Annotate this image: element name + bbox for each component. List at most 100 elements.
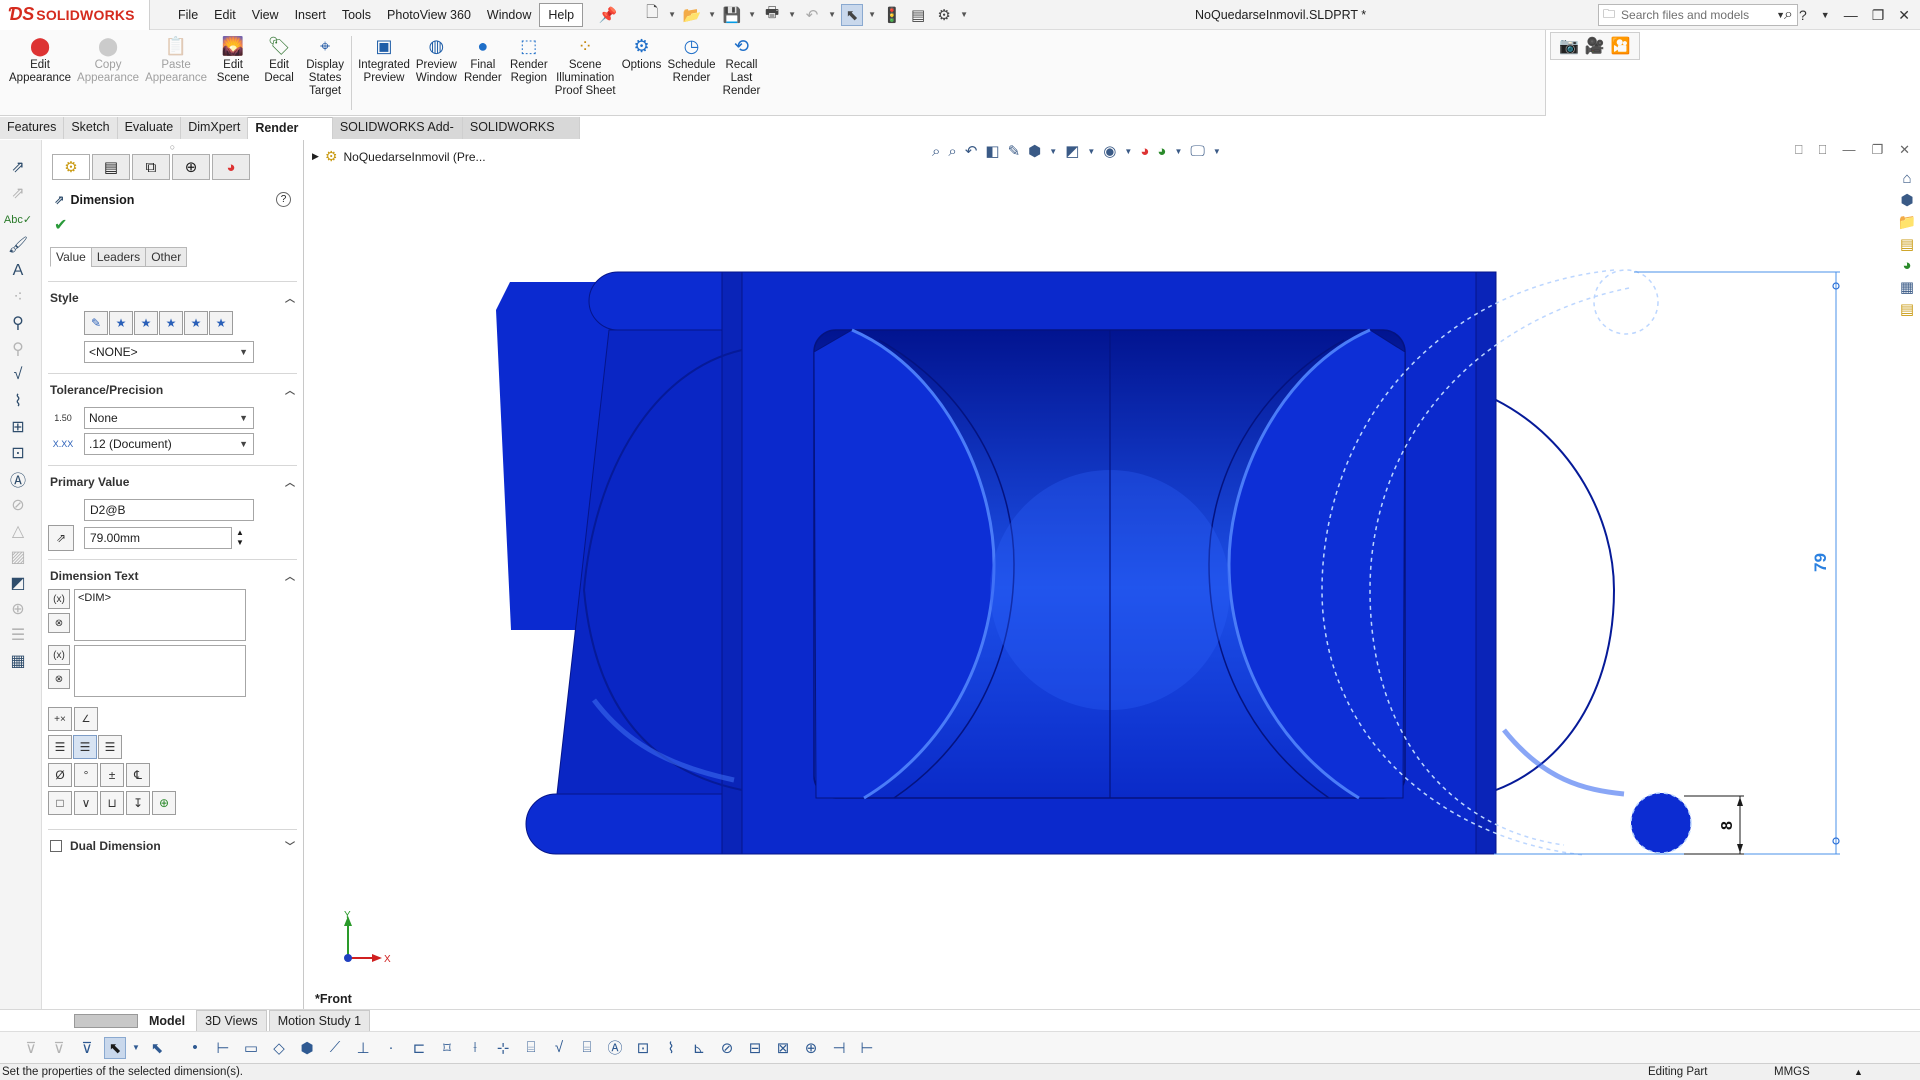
dimxpert-manager-tab-icon[interactable]: ⊕ [172,154,210,180]
camera-settings-icon[interactable]: 🎥 [1585,36,1605,56]
select-arrow-icon[interactable]: ⬉ [104,1036,126,1059]
dimension-text-group-header[interactable]: Dimension Text ︿ [48,560,297,589]
preview-window-button[interactable]: ◍ Preview Window [413,30,460,85]
schedule-render-button[interactable]: ◷ Schedule Render [665,30,719,85]
precision-select[interactable]: .12 (Document) ▼ [84,433,254,455]
chevron-down-icon[interactable]: ▼ [132,1037,140,1059]
dimension-text-below-field[interactable] [74,645,246,697]
unit-system-selector[interactable]: MMGS [1774,1064,1810,1080]
center-dimension-icon[interactable]: ⊗ [48,613,70,633]
dimension-8-label[interactable]: 8 [1719,821,1736,830]
print-icon[interactable]: 🖶 [761,4,783,26]
chevron-down-icon[interactable]: ▼ [959,4,969,26]
camera-icon[interactable]: 📷 [1559,36,1579,56]
datum-filter-icon[interactable]: ⊡ [632,1037,654,1059]
area-hatch-icon[interactable]: ▨ [2,544,34,570]
save-style-icon[interactable]: ★ [184,311,208,335]
dual-dimension-row[interactable]: Dual Dimension ﹀ [48,830,297,859]
configuration-manager-tab-icon[interactable]: ⧉ [132,154,170,180]
search-dropdown-icon[interactable]: ▼ [1776,10,1785,20]
angle-text-icon[interactable]: ∠ [74,707,98,731]
dimension-79-label[interactable]: 79 [1811,553,1830,572]
midpoint-icon[interactable]: ⌑ [436,1037,458,1059]
centerline-symbol-icon[interactable]: ℄ [126,763,150,787]
menu-view[interactable]: View [244,0,287,30]
edge-icon[interactable]: ⟋ [324,1037,346,1059]
blocks-icon[interactable]: △ [2,518,34,544]
dual-dimension-checkbox[interactable] [50,839,62,852]
integrated-preview-button[interactable]: ▣ Integrated Preview [355,30,413,85]
pin-icon[interactable]: 📌 [597,4,619,26]
tab-solidworks-addins[interactable]: SOLIDWORKS Add-Ins [332,117,463,155]
help-icon[interactable]: ? [1799,7,1807,23]
open-folder-icon[interactable]: 📂 [681,4,703,26]
table-icon[interactable]: ▦ [2,648,34,674]
ok-check-icon[interactable]: ✔ [54,215,303,235]
balloon-filter-icon[interactable]: ⊠ [772,1037,794,1059]
weld-symbol-icon[interactable]: ⌇ [2,388,34,414]
geometric-tolerance-icon[interactable]: ⊡ [2,440,34,466]
select-other-icon[interactable]: ⬉ [146,1037,168,1059]
annotation-view-icon[interactable]: ◩ [2,570,34,596]
offset-text-icon[interactable]: ⊗ [48,669,70,689]
surface-finish-icon[interactable]: √ [2,362,34,388]
linear-note-pattern-icon[interactable]: ⁖ [2,284,34,310]
surface-icon[interactable]: ◇ [268,1037,290,1059]
menu-tools[interactable]: Tools [334,0,379,30]
chevron-down-icon[interactable]: ▼ [867,4,877,26]
chevron-up-icon[interactable]: ▲ [1854,1064,1863,1080]
menu-file[interactable]: File [170,0,206,30]
menu-window[interactable]: Window [479,0,539,30]
square-symbol-icon[interactable]: □ [48,791,72,815]
align-right-icon[interactable]: ☰ [98,735,122,759]
balloon-icon[interactable]: ⚲ [2,310,34,336]
search-input[interactable]: 🗀 Search files and models ⌕ [1598,4,1798,26]
counterbore-symbol-icon[interactable]: ⊔ [100,791,124,815]
blocks-filter-icon[interactable]: ⊟ [744,1037,766,1059]
auto-balloon-icon[interactable]: ⚲ [2,336,34,362]
solidworks-logo[interactable]: ƊS SOLIDWORKS [0,0,150,30]
note-icon[interactable]: A [2,258,34,284]
search-scope-icon[interactable]: 🗀 [1603,5,1615,26]
sketch-segment-icon[interactable]: ⊏ [408,1037,430,1059]
file-properties-icon[interactable]: ▤ [907,4,929,26]
sketch-point-icon[interactable]: · [380,1037,402,1059]
paste-appearance-button[interactable]: 📋 Paste Appearance [142,30,210,85]
centerline-icon[interactable]: ⊹ [492,1037,514,1059]
datum-target-filter-icon[interactable]: ⊾ [688,1037,710,1059]
tolerance-group-header[interactable]: Tolerance/Precision ︿ [48,374,297,403]
center-mark-icon[interactable]: ⊕ [2,596,34,622]
dimension-palette-icon[interactable]: ⇗ [2,180,34,206]
spin-down-icon[interactable]: ▼ [236,538,244,548]
tolerance-type-select[interactable]: None ▼ [84,407,254,429]
delete-style-icon[interactable]: ★ [159,311,183,335]
hole-callout-filter-icon[interactable]: ⊕ [800,1037,822,1059]
camera-disabled-icon[interactable]: 🎦 [1611,36,1631,56]
recall-last-render-button[interactable]: ⟲ Recall Last Render [719,30,765,98]
datum-target-icon[interactable]: ⊘ [2,492,34,518]
load-style-icon[interactable]: ★ [209,311,233,335]
point-icon[interactable]: • [184,1037,206,1059]
chevron-up-icon[interactable]: ︿ [285,474,295,489]
align-center-icon[interactable]: ☰ [73,735,97,759]
tab-3d-views[interactable]: 3D Views [196,1009,267,1032]
plane-icon[interactable]: ▭ [240,1037,262,1059]
diameter-symbol-icon[interactable]: Ø [48,763,72,787]
tab-dimxpert[interactable]: DimXpert [181,117,249,139]
countersink-symbol-icon[interactable]: ∨ [74,791,98,815]
help-button[interactable]: ? [276,192,291,207]
select-arrow-icon[interactable]: ⬉ [841,3,864,26]
add-style-icon[interactable]: ★ [109,311,133,335]
style-group-header[interactable]: Style ︿ [48,282,297,311]
plus-minus-symbol-icon[interactable]: ± [100,763,124,787]
property-manager-tab-icon[interactable]: ▤ [92,154,130,180]
format-painter-icon[interactable]: 🖌 [2,232,34,258]
help-dropdown-icon[interactable]: ▼ [1821,10,1830,20]
tab-evaluate[interactable]: Evaluate [117,117,182,139]
smart-dimension-icon[interactable]: ⇗ [2,154,34,180]
center-mark-icon[interactable]: ⟊ [464,1037,486,1059]
spin-up-icon[interactable]: ▲ [236,528,244,538]
menu-insert[interactable]: Insert [287,0,334,30]
surface-finish-filter-icon[interactable]: √ [548,1037,570,1059]
copy-appearance-button[interactable]: ⬤ Copy Appearance [74,30,142,85]
